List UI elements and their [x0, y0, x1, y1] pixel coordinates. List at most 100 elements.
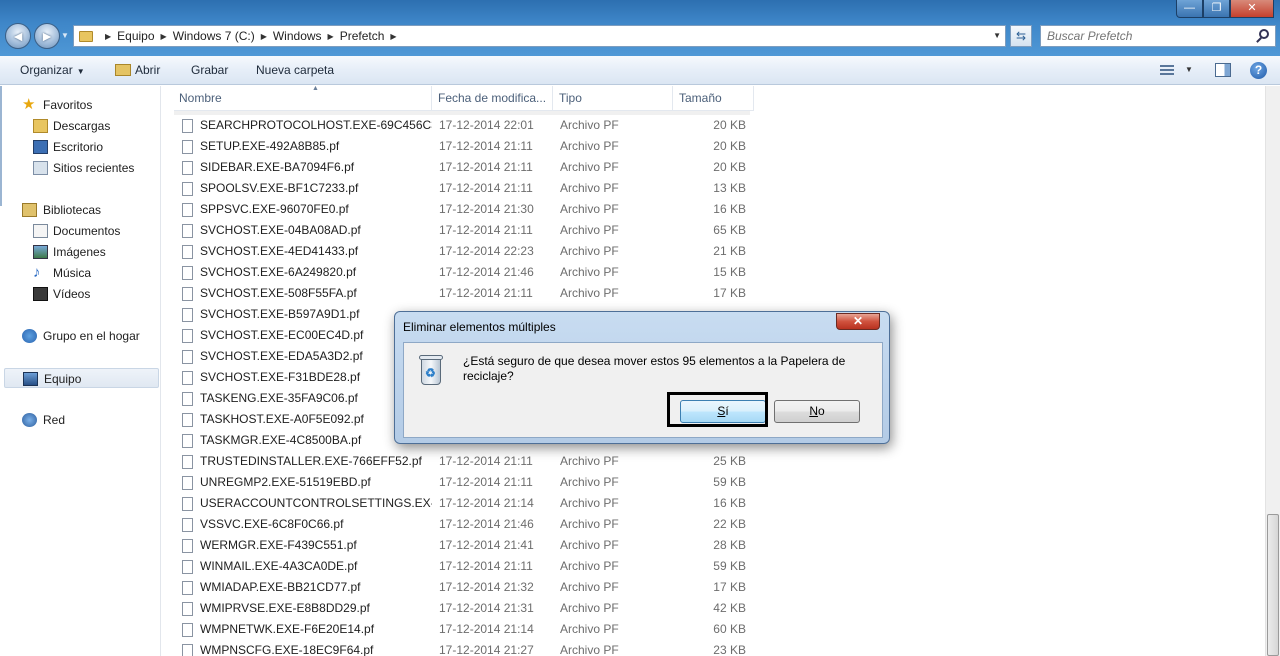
breadcrumb-drive[interactable]: Windows 7 (C:) — [173, 29, 255, 43]
file-row[interactable]: WERMGR.EXE-F439C551.pf 17-12-2014 21:41 Ar… — [174, 535, 750, 556]
file-row[interactable]: VSSVC.EXE-6C8F0C66.pf 17-12-2014 21:46 Arc… — [174, 514, 750, 535]
file-size: 59 KB — [713, 559, 746, 573]
search-input[interactable] — [1041, 26, 1251, 46]
burn-button[interactable]: Grabar — [191, 63, 228, 77]
file-row[interactable]: SVCHOST.EXE-04BA08AD.pf 17-12-2014 21:11 A… — [174, 220, 750, 241]
pf-file-icon — [182, 623, 193, 637]
column-header-size[interactable]: Tamaño — [674, 86, 754, 111]
file-type: Archivo PF — [560, 265, 619, 279]
column-header-type[interactable]: Tipo — [554, 86, 673, 111]
file-row[interactable]: SVCHOST.EXE-508F55FA.pf 17-12-2014 21:11 A… — [174, 283, 750, 304]
search-icon[interactable] — [1259, 29, 1269, 39]
file-row[interactable]: UNREGMP2.EXE-51519EBD.pf 17-12-2014 21:11… — [174, 472, 750, 493]
sidebar-item-libraries[interactable]: Bibliotecas — [0, 200, 159, 220]
file-date: 17-12-2014 21:31 — [439, 601, 534, 615]
address-bar[interactable]: ▶ Equipo ▶ Windows 7 (C:) ▶ Windows ▶ Pr… — [73, 25, 1006, 47]
organize-menu[interactable]: Organizar ▼ — [20, 63, 85, 77]
file-size: 28 KB — [713, 538, 746, 552]
pf-file-icon — [182, 119, 193, 133]
sidebar-item-network[interactable]: Red — [0, 410, 159, 430]
file-date: 17-12-2014 21:30 — [439, 202, 534, 216]
file-row[interactable]: SIDEBAR.EXE-BA7094F6.pf 17-12-2014 21:11 A… — [174, 157, 750, 178]
file-row[interactable]: WINMAIL.EXE-4A3CA0DE.pf 17-12-2014 21:11 A… — [174, 556, 750, 577]
sidebar-item-computer[interactable]: Equipo — [4, 368, 159, 388]
preview-pane-icon[interactable] — [1215, 63, 1231, 77]
column-header-name[interactable]: Nombre — [174, 86, 432, 111]
folder-icon — [79, 30, 93, 42]
vertical-scrollbar[interactable] — [1265, 86, 1280, 656]
refresh-button[interactable]: ⇆ — [1010, 25, 1032, 47]
sidebar-item-homegroup[interactable]: Grupo en el hogar — [0, 326, 159, 346]
back-button[interactable]: ◄ — [5, 23, 31, 49]
open-button[interactable]: Abrir — [135, 63, 160, 77]
breadcrumb-prefetch[interactable]: Prefetch — [340, 29, 385, 43]
forward-button[interactable]: ► — [34, 23, 60, 49]
maximize-button[interactable]: ❐ — [1203, 0, 1230, 18]
breadcrumb-separator[interactable]: ▶ — [105, 32, 111, 41]
minimize-button[interactable]: — — [1176, 0, 1203, 18]
chevron-down-icon[interactable]: ▼ — [1185, 65, 1193, 74]
breadcrumb-separator[interactable]: ▶ — [261, 32, 267, 41]
search-box[interactable] — [1040, 25, 1276, 47]
pf-file-icon — [182, 539, 193, 553]
file-row[interactable]: SEARCHPROTOCOLHOST.EXE-69C456C3... 17-12-… — [174, 115, 750, 136]
scrollbar-thumb[interactable] — [1267, 514, 1279, 656]
file-name: VSSVC.EXE-6C8F0C66.pf — [200, 517, 344, 531]
dialog-close-button[interactable]: ✕ — [836, 313, 880, 330]
file-row[interactable]: WMPNSCFG.EXE-18EC9F64.pf 17-12-2014 21:27… — [174, 640, 750, 656]
pane-splitter[interactable] — [0, 86, 2, 206]
file-name: WMPNSCFG.EXE-18EC9F64.pf — [200, 643, 374, 656]
file-row[interactable]: SPOOLSV.EXE-BF1C7233.pf 17-12-2014 21:11 A… — [174, 178, 750, 199]
file-row[interactable]: TRUSTEDINSTALLER.EXE-766EFF52.pf 17-12-20… — [174, 451, 750, 472]
sidebar-item-documents[interactable]: Documentos — [0, 221, 159, 241]
file-row[interactable]: SPPSVC.EXE-96070FE0.pf 17-12-2014 21:30 Ar… — [174, 199, 750, 220]
sidebar-item-videos[interactable]: Vídeos — [0, 284, 159, 304]
file-type: Archivo PF — [560, 181, 619, 195]
file-size: 65 KB — [713, 223, 746, 237]
file-name: SETUP.EXE-492A8B85.pf — [200, 139, 340, 153]
file-date: 17-12-2014 21:32 — [439, 580, 534, 594]
file-type: Archivo PF — [560, 601, 619, 615]
new-folder-button[interactable]: Nueva carpeta — [256, 63, 334, 77]
file-date: 17-12-2014 21:14 — [439, 496, 534, 510]
window-titlebar: — ❐ ✕ ◄ ► ▼ ▶ Equipo ▶ Windows 7 (C:) ▶ … — [0, 0, 1280, 56]
breadcrumb-separator[interactable]: ▶ — [390, 32, 396, 41]
file-type: Archivo PF — [560, 118, 619, 132]
breadcrumb-separator[interactable]: ▶ — [161, 32, 167, 41]
file-date: 17-12-2014 21:11 — [439, 286, 533, 300]
file-type: Archivo PF — [560, 496, 619, 510]
file-row[interactable]: SVCHOST.EXE-6A249820.pf 17-12-2014 21:46 A… — [174, 262, 750, 283]
file-row[interactable]: WMIPRVSE.EXE-E8B8DD29.pf 17-12-2014 21:31… — [174, 598, 750, 619]
address-history-dropdown[interactable]: ▼ — [993, 31, 1001, 40]
no-button[interactable]: No — [774, 400, 860, 423]
sidebar-item-downloads[interactable]: Descargas — [0, 116, 159, 136]
window-controls: — ❐ ✕ — [1176, 0, 1274, 18]
file-name: TRUSTEDINSTALLER.EXE-766EFF52.pf — [200, 454, 422, 468]
breadcrumb-equipo[interactable]: Equipo — [117, 29, 154, 43]
sidebar-item-favorites[interactable]: ★ Favoritos — [0, 95, 159, 115]
file-row[interactable]: SVCHOST.EXE-4ED41433.pf 17-12-2014 22:23 A… — [174, 241, 750, 262]
file-row[interactable]: USERACCOUNTCONTROLSETTINGS.EX-... 17-12-2… — [174, 493, 750, 514]
sidebar-item-music[interactable]: ♪ Música — [0, 263, 159, 283]
film-icon — [33, 287, 48, 301]
file-date: 17-12-2014 21:11 — [439, 454, 533, 468]
recent-pages-dropdown[interactable]: ▼ — [61, 31, 69, 40]
file-row[interactable]: SETUP.EXE-492A8B85.pf 17-12-2014 21:11 Arc… — [174, 136, 750, 157]
pf-file-icon — [182, 350, 193, 364]
chevron-down-icon: ▼ — [76, 67, 85, 76]
close-window-button[interactable]: ✕ — [1230, 0, 1274, 18]
sidebar-item-label: Bibliotecas — [43, 203, 102, 217]
sidebar-item-recent[interactable]: Sitios recientes — [0, 158, 159, 178]
file-row[interactable]: WMIADAP.EXE-BB21CD77.pf 17-12-2014 21:32 A… — [174, 577, 750, 598]
sidebar-item-images[interactable]: Imágenes — [0, 242, 159, 262]
breadcrumb-windows[interactable]: Windows — [273, 29, 322, 43]
file-name: SEARCHPROTOCOLHOST.EXE-69C456C3... — [200, 118, 432, 132]
view-options-icon[interactable] — [1160, 65, 1174, 75]
column-header-date[interactable]: Fecha de modifica... — [433, 86, 553, 111]
file-row[interactable]: WMPNETWK.EXE-F6E20E14.pf 17-12-2014 21:14… — [174, 619, 750, 640]
help-icon[interactable]: ? — [1250, 62, 1267, 79]
recent-places-icon — [33, 161, 48, 175]
breadcrumb-separator[interactable]: ▶ — [328, 32, 334, 41]
sidebar-item-desktop[interactable]: Escritorio — [0, 137, 159, 157]
file-name: WINMAIL.EXE-4A3CA0DE.pf — [200, 559, 358, 573]
